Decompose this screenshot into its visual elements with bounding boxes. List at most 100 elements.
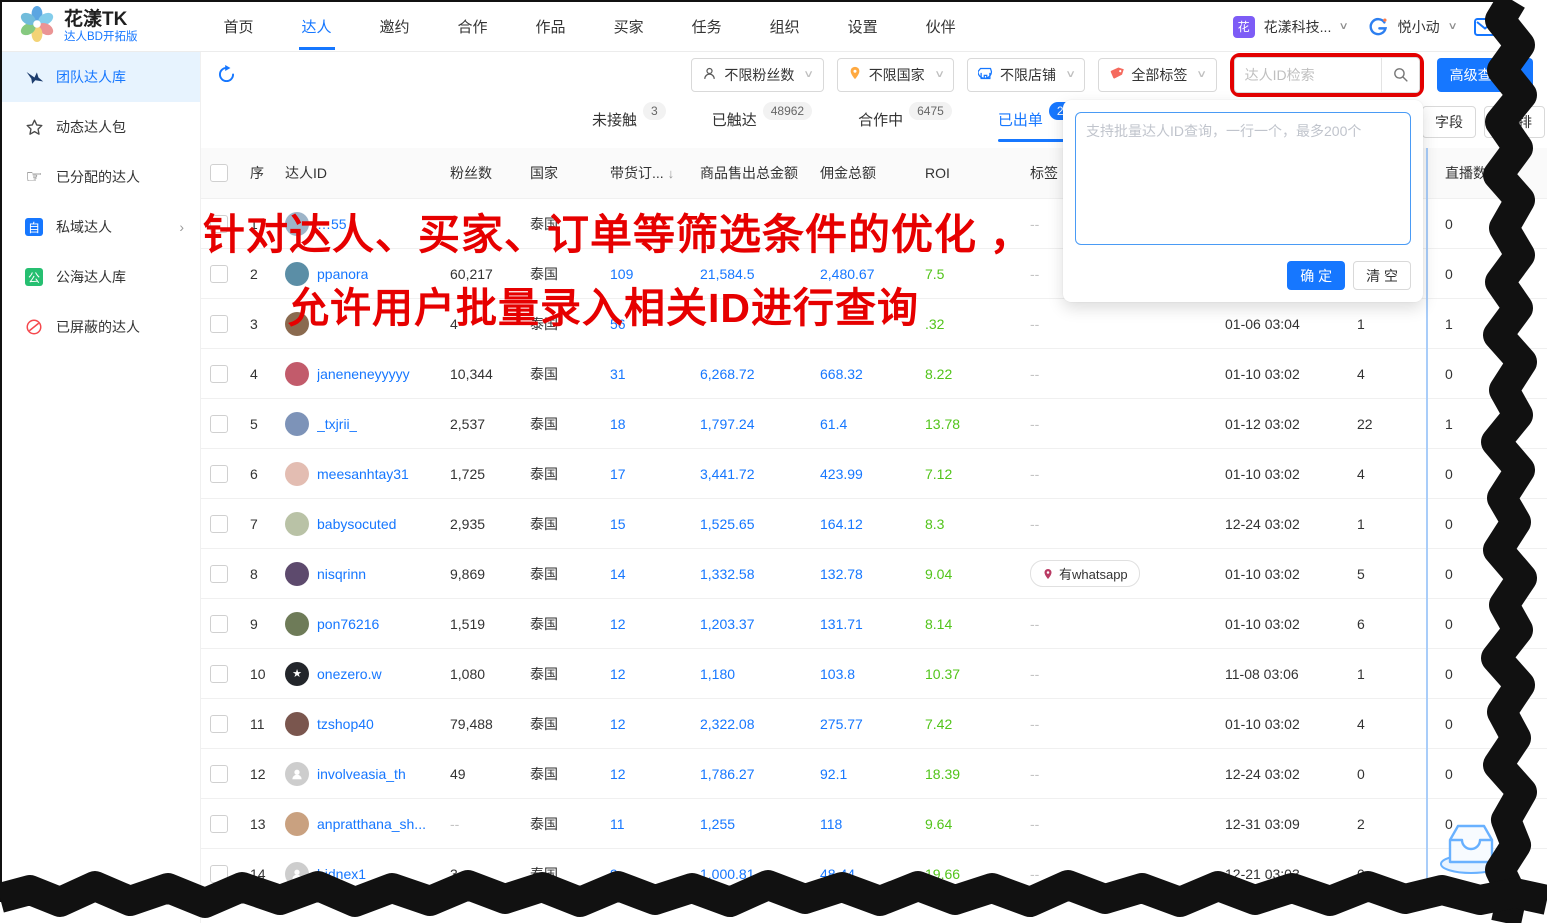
sidebar-item[interactable]: 团队达人库 [2, 52, 200, 102]
gmv-amount: 1,255 [688, 816, 810, 832]
column-header: 佣金总额 [810, 163, 910, 183]
order-count: 17 [596, 466, 688, 482]
fans-count: 2,537 [444, 416, 524, 432]
column-header: 直播数量 [1438, 163, 1528, 183]
live-stream-count: 0 [1438, 466, 1528, 482]
refresh-icon[interactable] [216, 64, 237, 85]
last-order-date: 01-06 03:04 [1208, 316, 1338, 332]
order-count: 14 [596, 566, 688, 582]
nav-item[interactable]: 邀约 [380, 3, 410, 50]
nav-item[interactable]: 作品 [536, 3, 566, 50]
sidebar-item[interactable]: ☞已分配的达人 [2, 152, 200, 202]
creator-id-link[interactable]: nisqrinn [317, 566, 366, 582]
gmv-amount: 1,180 [688, 666, 810, 682]
nav-item[interactable]: 设置 [848, 3, 878, 50]
creator-id-link[interactable]: _txjrii_ [317, 416, 357, 432]
row-checkbox[interactable] [210, 565, 228, 583]
search-input[interactable] [1235, 67, 1381, 83]
roi-value: 10.37 [910, 666, 1012, 682]
nav-item[interactable]: 伙伴 [926, 3, 956, 50]
confirm-button[interactable]: 确 定 [1287, 261, 1345, 290]
creator-id-cell: …55 [276, 212, 444, 236]
sidebar-item-label: 团队达人库 [56, 67, 126, 87]
live-stream-count: 0 [1438, 666, 1528, 682]
sidebar-item[interactable]: 动态达人包 [2, 102, 200, 152]
creator-id-link[interactable]: bidnex1 [317, 866, 366, 882]
creator-id-link[interactable]: janeneneyyyyy [317, 366, 410, 382]
nav-item[interactable]: 买家 [614, 3, 644, 50]
row-checkbox[interactable] [210, 815, 228, 833]
creator-id-search [1234, 57, 1420, 93]
creator-id-cell: tzshop40 [276, 712, 444, 736]
chevron-down-icon[interactable]: ∨ [1339, 21, 1349, 32]
fans-filter-dropdown[interactable]: 不限粉丝数 ∨ [691, 58, 823, 92]
creator-id-link[interactable]: anpratthana_sh... [317, 816, 426, 832]
row-checkbox[interactable] [210, 515, 228, 533]
row-checkbox[interactable] [210, 265, 228, 283]
shop-filter-dropdown[interactable]: 不限店铺 ∨ [967, 58, 1085, 92]
row-number: 2 [236, 266, 276, 282]
sidebar-item-label: 私域达人 [56, 217, 112, 237]
row-checkbox[interactable] [210, 215, 228, 233]
advanced-query-button[interactable]: 高级查询 ∨ [1437, 58, 1533, 92]
fields-button[interactable]: 字段 [1422, 106, 1476, 138]
nav-item[interactable]: 组织 [770, 3, 800, 50]
creator-id-link[interactable]: …55 [317, 216, 347, 232]
team-bird-icon [24, 68, 44, 87]
creator-id-link[interactable]: ppanora [317, 266, 368, 282]
nav-item[interactable]: 首页 [223, 3, 253, 50]
creator-id-link[interactable]: onezero.w [317, 666, 382, 682]
creator-id-link[interactable]: tzshop40 [317, 716, 374, 732]
inbox-float-icon[interactable] [1434, 816, 1508, 883]
tab-label: 已出单 [998, 109, 1043, 130]
mail-icon[interactable] [1473, 16, 1497, 38]
row-checkbox[interactable] [210, 465, 228, 483]
row-checkbox[interactable] [210, 715, 228, 733]
creator-id-link[interactable]: pon76216 [317, 616, 379, 632]
top-bar: 花漾TK 达人BD开拓版 首页达人邀约合作作品买家任务组织设置伙伴 花 花漾科技… [2, 2, 1527, 52]
row-checkbox[interactable] [210, 665, 228, 683]
video-count: 1 [1338, 316, 1438, 332]
roi-value: 13.78 [910, 416, 1012, 432]
sort-desc-icon[interactable]: ↓ [668, 166, 675, 181]
country: 泰国 [524, 664, 596, 684]
sidebar-item[interactable]: 自私域达人› [2, 202, 200, 252]
fans-count: 79,488 [444, 716, 524, 732]
creator-id-link[interactable]: meesanhtay31 [317, 466, 409, 482]
batch-id-textarea[interactable] [1075, 112, 1411, 245]
tab-合作中[interactable]: 合作中6475 [858, 101, 952, 144]
nav-item[interactable]: 合作 [458, 3, 488, 50]
row-checkbox[interactable] [210, 865, 228, 883]
sort-button[interactable]: 排 [1484, 106, 1545, 138]
row-checkbox[interactable] [210, 615, 228, 633]
clear-button[interactable]: 清 空 [1353, 261, 1411, 290]
batch-search-popup: 确 定 清 空 [1063, 100, 1423, 302]
chevron-down-icon[interactable]: ∨ [1447, 21, 1457, 32]
tag-pill[interactable]: 有whatsapp [1030, 560, 1140, 587]
nav-item[interactable]: 任务 [692, 3, 722, 50]
commission-amount: 48.44 [810, 866, 910, 882]
row-checkbox[interactable] [210, 315, 228, 333]
sidebar-item[interactable]: 公公海达人库 [2, 252, 200, 302]
user-name[interactable]: 悦小动 [1398, 17, 1440, 37]
select-all-checkbox[interactable] [210, 164, 228, 182]
row-checkbox[interactable] [210, 415, 228, 433]
nav-item[interactable]: 达人 [302, 3, 332, 50]
row-checkbox[interactable] [210, 365, 228, 383]
gmv-amount: 21,584.5 [688, 266, 810, 282]
country-filter-dropdown[interactable]: 不限国家 ∨ [837, 58, 954, 92]
tag-filter-dropdown[interactable]: 全部标签 ∨ [1098, 58, 1216, 92]
search-icon[interactable] [1381, 58, 1419, 92]
live-stream-count: 0 [1438, 516, 1528, 532]
creator-id-link[interactable]: babysocuted [317, 516, 396, 532]
row-checkbox[interactable] [210, 765, 228, 783]
creator-id-link[interactable]: involveasia_th [317, 766, 406, 782]
row-number: 5 [236, 416, 276, 432]
tab-已触达[interactable]: 已触达48962 [712, 101, 812, 144]
tab-label: 未接触 [592, 109, 637, 130]
live-stream-count: 0 [1438, 616, 1528, 632]
row-checkbox-cell [200, 315, 236, 333]
sidebar-item[interactable]: 已屏蔽的达人 [2, 302, 200, 352]
org-name[interactable]: 花漾科技... [1264, 17, 1332, 37]
tab-未接触[interactable]: 未接触3 [592, 101, 666, 144]
